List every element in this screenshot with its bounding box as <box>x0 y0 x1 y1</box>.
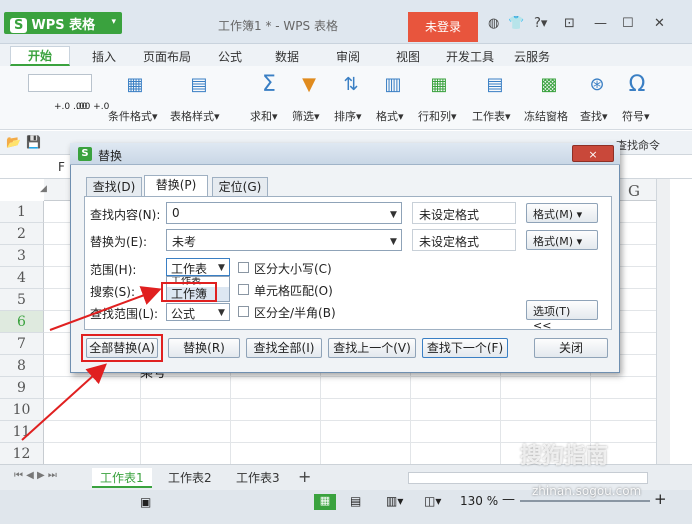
arrow-to-replace-all <box>21 363 107 441</box>
watermark: 搜狗指南 <box>520 444 609 469</box>
arrow-to-workbook <box>49 286 162 331</box>
watermark-url: zhinan.sogou.com <box>532 484 642 498</box>
